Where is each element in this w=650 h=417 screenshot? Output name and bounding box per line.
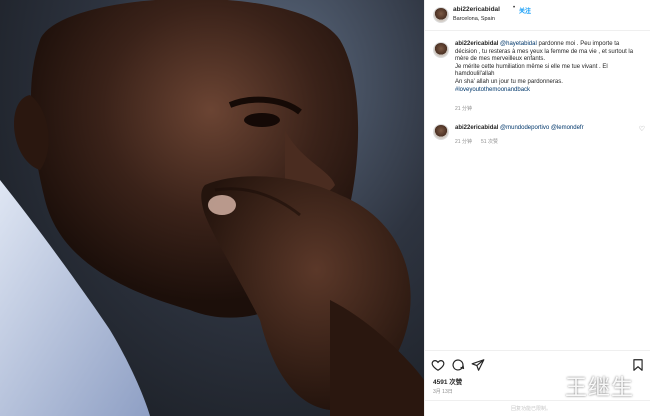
- caption-line: hamdoulil'allah: [455, 71, 495, 78]
- caption-line: pardonne moi . Peu importe ta: [536, 41, 620, 47]
- location-link[interactable]: Barcelona, Spain: [453, 16, 495, 22]
- post-sidebar: abi22ericabidal • 关注 Barcelona, Spain ab…: [424, 0, 650, 416]
- heart-icon[interactable]: [431, 358, 445, 372]
- comment-icon[interactable]: [451, 358, 465, 372]
- watermark-text: 王继生: [564, 376, 634, 401]
- caption-line: Je mérite cette humiliation même si elle…: [455, 63, 608, 70]
- comment-text: abi22ericabidal @mundodeportivo @lemonde…: [455, 125, 641, 133]
- follow-button[interactable]: 关注: [519, 6, 531, 15]
- post-photo[interactable]: [0, 0, 424, 416]
- comment-heart-icon[interactable]: ♡: [639, 125, 645, 133]
- post-photo-illustration: [0, 0, 424, 416]
- caption-line: mère de mes merveilleux enfants.: [455, 56, 546, 63]
- caption-line: An sha' allah un jour tu me pardonneras.: [455, 78, 563, 85]
- caption-username[interactable]: abi22ericabidal: [455, 41, 498, 47]
- post-timestamp: 3月 13日: [433, 389, 453, 395]
- post-header: abi22ericabidal • 关注 Barcelona, Spain: [425, 0, 650, 31]
- comment-time: 21 分钟: [455, 139, 472, 145]
- comment-mention[interactable]: @lemondefr: [551, 125, 584, 131]
- comment-username[interactable]: abi22ericabidal: [455, 125, 498, 131]
- header-username[interactable]: abi22ericabidal: [453, 6, 500, 13]
- comment-mention[interactable]: @mundodeportivo: [500, 125, 549, 131]
- caption-mention[interactable]: @hayetabidal: [500, 41, 537, 47]
- likes-count[interactable]: 4591 次赞: [433, 376, 462, 386]
- comment-avatar[interactable]: [433, 124, 449, 140]
- separator-dot: •: [513, 5, 516, 11]
- caption-avatar[interactable]: [433, 42, 449, 58]
- caption-time: 21 分钟: [455, 106, 472, 112]
- share-icon[interactable]: [471, 358, 485, 372]
- caption-hashtag[interactable]: #loveyoutothemoonandback: [455, 87, 641, 95]
- comment-footer: 回复功能已限制。: [425, 400, 650, 417]
- caption-line: décision , tu resteras à mes yeux la fem…: [455, 48, 634, 55]
- comments-limited-note: 回复功能已限制。: [511, 406, 552, 412]
- comment-likes[interactable]: 51 次赞: [481, 138, 498, 145]
- caption-text: abi22ericabidal @hayetabidal pardonne mo…: [455, 41, 641, 94]
- avatar[interactable]: [433, 7, 449, 23]
